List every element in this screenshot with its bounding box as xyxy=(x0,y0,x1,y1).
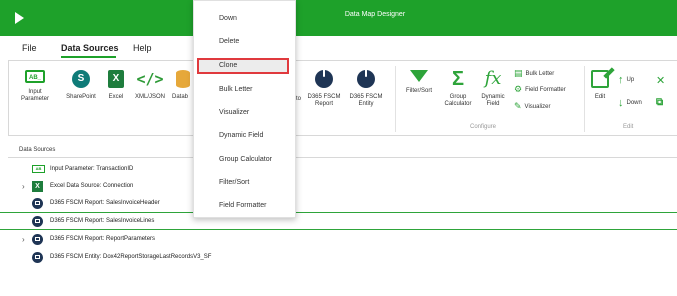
excel-button[interactable]: X Excel xyxy=(104,70,128,101)
visualizer-command[interactable]: ✎ Visualizer xyxy=(514,101,550,112)
sigma-icon: Σ xyxy=(451,68,464,90)
d365-entity-label: D365 FSCM Entity xyxy=(349,94,383,107)
arrow-up-icon: ↑ xyxy=(618,74,624,86)
tree-item-excel[interactable]: › X Excel Data Source: Connection xyxy=(0,177,677,195)
copy-icon: ⧉ xyxy=(656,97,664,108)
tab-data-sources[interactable]: Data Sources xyxy=(61,43,119,53)
excel-icon: X xyxy=(32,180,43,192)
data-sources-header: Data Sources xyxy=(19,147,56,153)
dynamic-field-label: Dynamic Field xyxy=(481,94,505,107)
clone-command[interactable]: ⧉ xyxy=(656,97,666,108)
edit-button[interactable]: Edit xyxy=(590,70,610,101)
group-calculator-label: Group Calculator xyxy=(444,94,472,107)
d365-icon xyxy=(32,233,43,245)
edit-group-label: Edit xyxy=(623,124,634,130)
fx-icon: fx xyxy=(484,68,502,89)
up-command[interactable]: ↑ Up xyxy=(618,74,634,86)
xml-json-icon: </> xyxy=(136,70,164,88)
database-button[interactable]: Datab xyxy=(172,70,194,101)
play-icon[interactable] xyxy=(15,12,24,24)
dynamic-field-button[interactable]: fx Dynamic Field xyxy=(477,70,509,108)
filter-sort-label: Filter/Sort xyxy=(405,88,432,94)
database-icon xyxy=(176,70,190,88)
d365-icon xyxy=(32,215,43,227)
menu-item-bulk-letter[interactable]: Bulk Letter xyxy=(194,82,295,98)
input-parameter-button[interactable]: AB_ Input Parameter xyxy=(20,70,50,103)
tab-help[interactable]: Help xyxy=(133,43,152,53)
edit-icon xyxy=(591,70,609,88)
menu-item-field-formatter[interactable]: Field Formatter xyxy=(194,198,295,214)
xml-json-button[interactable]: </> XML/JSON xyxy=(132,70,168,101)
active-tab-indicator xyxy=(61,56,116,58)
tree-item-sales-invoice-lines[interactable]: D365 FSCM Report: SalesInvoiceLines xyxy=(0,212,677,230)
app-title: Data Map Designer xyxy=(344,11,406,18)
input-parameter-icon: AB xyxy=(32,165,45,173)
visualizer-label: Visualizer xyxy=(524,103,551,110)
divider xyxy=(8,157,677,158)
sharepoint-button[interactable]: S SharePoint xyxy=(63,70,99,101)
tree-item-label: D365 FSCM Report: SalesInvoiceLines xyxy=(50,218,155,224)
tree-item-report-parameters[interactable]: › D365 FSCM Report: ReportParameters xyxy=(0,230,677,248)
d365-report-icon xyxy=(315,68,333,88)
input-parameter-icon: AB_ xyxy=(25,70,45,83)
group-calculator-button[interactable]: Σ Group Calculator xyxy=(440,68,476,108)
excel-icon: X xyxy=(108,70,124,88)
menu-item-dynamic-field[interactable]: Dynamic Field xyxy=(194,128,295,144)
chevron-right-icon[interactable]: › xyxy=(22,235,25,244)
tree-item-label: Excel Data Source: Connection xyxy=(50,183,134,189)
title-bar: Data Map Designer xyxy=(0,0,677,36)
sharepoint-icon: S xyxy=(72,70,90,88)
tree-item-label: D365 FSCM Report: SalesInvoiceHeader xyxy=(50,200,160,206)
d365-icon xyxy=(32,251,43,263)
ribbon-separator xyxy=(584,66,585,132)
tree-item-sales-invoice-header[interactable]: D365 FSCM Report: SalesInvoiceHeader xyxy=(0,194,677,212)
d365-entity-button[interactable]: D365 FSCM Entity xyxy=(346,68,386,108)
filter-sort-button[interactable]: Filter/Sort xyxy=(400,70,438,95)
menu-item-delete[interactable]: Delete xyxy=(194,34,295,50)
menu-item-down[interactable]: Down xyxy=(194,11,295,27)
menu-item-visualizer[interactable]: Visualizer xyxy=(194,105,295,121)
configure-group-label: Configure xyxy=(470,124,497,130)
partial-button[interactable]: to xyxy=(296,96,304,103)
menu-item-group-calculator[interactable]: Group Calculator xyxy=(194,152,295,168)
d365-report-button[interactable]: D365 FSCM Report xyxy=(304,68,344,108)
close-icon: ✕ xyxy=(656,75,666,87)
d365-entity-icon xyxy=(357,68,375,88)
down-command[interactable]: ↓ Down xyxy=(618,97,642,109)
edit-label: Edit xyxy=(594,94,606,100)
ribbon-separator xyxy=(395,66,396,132)
database-label: Datab xyxy=(172,94,189,100)
tree-item-input-parameter[interactable]: AB Input Parameter: TransactionID xyxy=(0,160,677,178)
d365-report-label: D365 FSCM Report xyxy=(307,94,341,107)
xml-json-label: XML/JSON xyxy=(134,94,165,100)
sharepoint-label: SharePoint xyxy=(66,94,96,100)
menu-item-clone[interactable]: Clone xyxy=(197,58,289,74)
chevron-right-icon[interactable]: › xyxy=(22,182,25,191)
tab-file[interactable]: File xyxy=(22,43,37,53)
delete-command[interactable]: ✕ xyxy=(656,74,668,87)
visualizer-icon: ✎ xyxy=(514,101,522,111)
context-menu: Down Delete Clone Bulk Letter Visualizer… xyxy=(193,0,296,218)
field-formatter-icon: ⚙ xyxy=(514,84,523,94)
excel-label: Excel xyxy=(108,94,124,100)
filter-icon xyxy=(410,70,428,82)
partial-label: to xyxy=(296,96,302,102)
tree-item-label: D365 FSCM Report: ReportParameters xyxy=(50,236,156,242)
input-parameter-label: Input Parameter xyxy=(20,89,49,102)
tree-item-d365-entity[interactable]: D365 FSCM Entity: Dox42ReportStorageLast… xyxy=(0,248,677,266)
field-formatter-command[interactable]: ⚙ Field Formatter xyxy=(514,84,566,95)
d365-icon xyxy=(32,197,43,209)
bulk-letter-label: Bulk Letter xyxy=(525,70,555,77)
tree-item-label: D365 FSCM Entity: Dox42ReportStorageLast… xyxy=(50,254,212,260)
bulk-letter-command[interactable]: ▤ Bulk Letter xyxy=(514,68,554,79)
field-formatter-label: Field Formatter xyxy=(525,86,566,93)
arrow-down-icon: ↓ xyxy=(618,97,624,109)
down-label: Down xyxy=(626,100,642,106)
up-label: Up xyxy=(626,77,635,83)
menu-item-filter-sort[interactable]: Filter/Sort xyxy=(194,175,295,191)
tree-item-label: Input Parameter: TransactionID xyxy=(50,166,134,172)
bulk-letter-icon: ▤ xyxy=(514,68,523,78)
